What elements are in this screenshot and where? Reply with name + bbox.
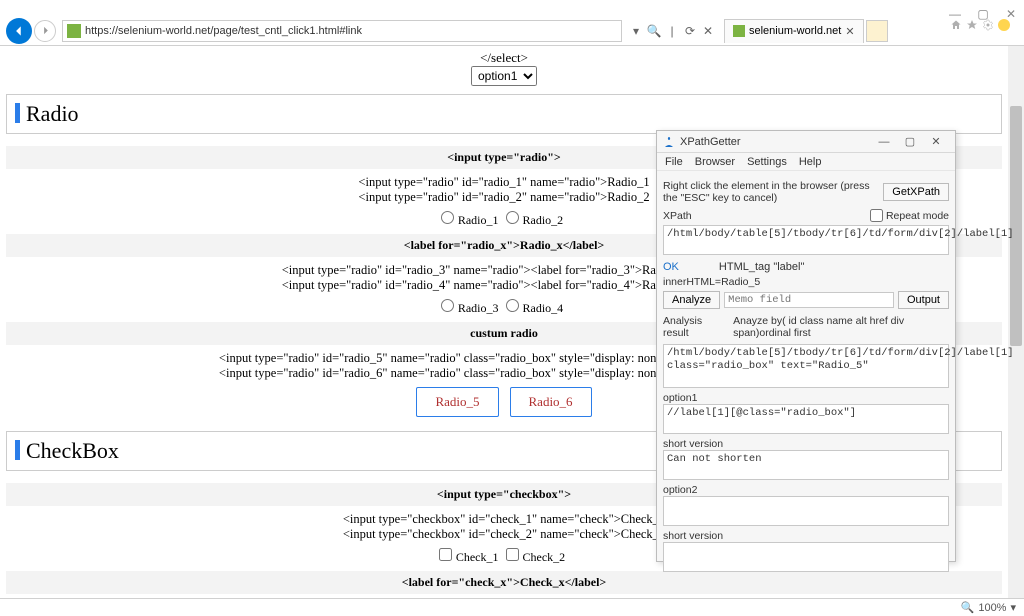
xpg-innerhtml: innerHTML=Radio_5 — [663, 276, 949, 288]
zoom-icon[interactable]: 🔍 — [961, 601, 975, 614]
xpg-short2-label: short version — [663, 530, 949, 542]
forward-button[interactable] — [34, 20, 56, 42]
xpg-menu-browser[interactable]: Browser — [695, 156, 735, 168]
home-icon[interactable] — [950, 19, 962, 31]
search-icon[interactable]: 🔍 — [646, 23, 662, 39]
check-2-label: Check_2 — [523, 550, 566, 564]
xpg-option2-field[interactable] — [663, 496, 949, 526]
xpg-repeat-checkbox[interactable] — [870, 209, 883, 222]
xpg-title-text: XPathGetter — [680, 136, 741, 148]
select-fragment: </select> option1 — [6, 50, 1002, 86]
tab-label: selenium-world.net — [749, 25, 841, 37]
radio-4[interactable] — [506, 299, 519, 312]
xpg-getxpath-button[interactable]: GetXPath — [883, 183, 949, 201]
zoom-dropdown-icon[interactable]: ▾ — [1010, 601, 1016, 614]
xpg-hint: Right click the element in the browser (… — [663, 180, 879, 204]
radio-1-label: Radio_1 — [458, 213, 499, 227]
custom-radio-6[interactable]: Radio_6 — [510, 387, 592, 417]
xpg-short1-field[interactable]: Can not shorten — [663, 450, 949, 480]
section-accent — [15, 103, 20, 123]
vertical-scrollbar[interactable] — [1008, 46, 1024, 598]
check-1-label: Check_1 — [456, 550, 499, 564]
stop-icon[interactable]: ✕ — [700, 23, 716, 39]
select-close-tag: </select> — [6, 50, 1002, 66]
xpg-analysis-label: Analysis result — [663, 315, 721, 339]
xpg-option1-label: option1 — [663, 392, 949, 404]
xpg-app-icon — [663, 136, 675, 148]
xpg-minimize-icon[interactable]: — — [871, 136, 897, 148]
tab-favicon-icon — [733, 25, 745, 37]
xpathgetter-window: XPathGetter — ▢ ✕ File Browser Settings … — [656, 130, 956, 562]
radio-1[interactable] — [441, 211, 454, 224]
xpg-maximize-icon[interactable]: ▢ — [897, 135, 923, 148]
separator: | — [664, 23, 680, 39]
star-icon[interactable] — [966, 19, 978, 31]
select-dropdown[interactable]: option1 — [471, 66, 537, 86]
browser-navbar: https://selenium-world.net/page/test_cnt… — [0, 16, 1024, 46]
xpg-analyze-button[interactable]: Analyze — [663, 291, 720, 309]
site-favicon-icon — [67, 24, 81, 38]
xpg-status-ok: OK — [663, 261, 679, 273]
tab-close-icon[interactable]: ✕ — [845, 25, 854, 38]
xpg-xpath-label: XPath — [663, 210, 866, 222]
xpg-memo-field[interactable] — [724, 292, 894, 308]
url-text: https://selenium-world.net/page/test_cnt… — [85, 25, 362, 37]
tab-strip: selenium-world.net ✕ — [724, 18, 888, 44]
zoom-level: 100% — [978, 602, 1006, 614]
xpg-short1-label: short version — [663, 438, 949, 450]
xpg-analysis-field[interactable]: /html/body/table[5]/tbody/tr[6]/td/form/… — [663, 344, 949, 388]
xpg-option1-field[interactable]: //label[1][@class="radio_box"] — [663, 404, 949, 434]
new-tab-button[interactable] — [866, 20, 888, 42]
section-accent — [15, 440, 20, 460]
refresh-icon[interactable]: ⟳ — [682, 23, 698, 39]
xpg-repeat-mode[interactable]: Repeat mode — [870, 209, 949, 222]
dropdown-icon[interactable]: ▾ — [628, 23, 644, 39]
xpg-status-tag: HTML_tag "label" — [719, 261, 804, 273]
xpg-menu-file[interactable]: File — [665, 156, 683, 168]
xpg-titlebar[interactable]: XPathGetter — ▢ ✕ — [657, 131, 955, 153]
radio-2[interactable] — [506, 211, 519, 224]
browser-tab[interactable]: selenium-world.net ✕ — [724, 19, 864, 43]
custom-radio-5[interactable]: Radio_5 — [416, 387, 498, 417]
radio-2-label: Radio_2 — [523, 213, 564, 227]
check-1[interactable] — [439, 548, 452, 561]
check-2[interactable] — [506, 548, 519, 561]
feedback-icon[interactable] — [998, 19, 1010, 31]
status-bar: 🔍 100% ▾ — [0, 598, 1024, 616]
radio-3-label: Radio_3 — [458, 301, 499, 315]
gear-icon[interactable] — [982, 19, 994, 31]
scrollbar-thumb[interactable] — [1010, 106, 1022, 346]
caption-buttons — [950, 16, 1018, 34]
xpg-analysis-hint: Anayze by( id class name alt href div sp… — [733, 315, 949, 339]
radio-4-label: Radio_4 — [523, 301, 564, 315]
xpg-menubar: File Browser Settings Help — [657, 153, 955, 171]
xpg-close-icon[interactable]: ✕ — [923, 135, 949, 148]
radio-3[interactable] — [441, 299, 454, 312]
section-radio-title: Radio — [6, 94, 1002, 134]
xpg-short2-field[interactable] — [663, 542, 949, 572]
xpg-option2-label: option2 — [663, 484, 949, 496]
xpg-menu-help[interactable]: Help — [799, 156, 822, 168]
address-bar[interactable]: https://selenium-world.net/page/test_cnt… — [62, 20, 622, 42]
xpg-output-button[interactable]: Output — [898, 291, 949, 309]
xpg-menu-settings[interactable]: Settings — [747, 156, 787, 168]
address-bar-actions: ▾ 🔍 | ⟳ ✕ — [628, 23, 716, 39]
back-button[interactable] — [6, 18, 32, 44]
xpg-xpath-field[interactable]: /html/body/table[5]/tbody/tr[6]/td/form/… — [663, 225, 949, 255]
